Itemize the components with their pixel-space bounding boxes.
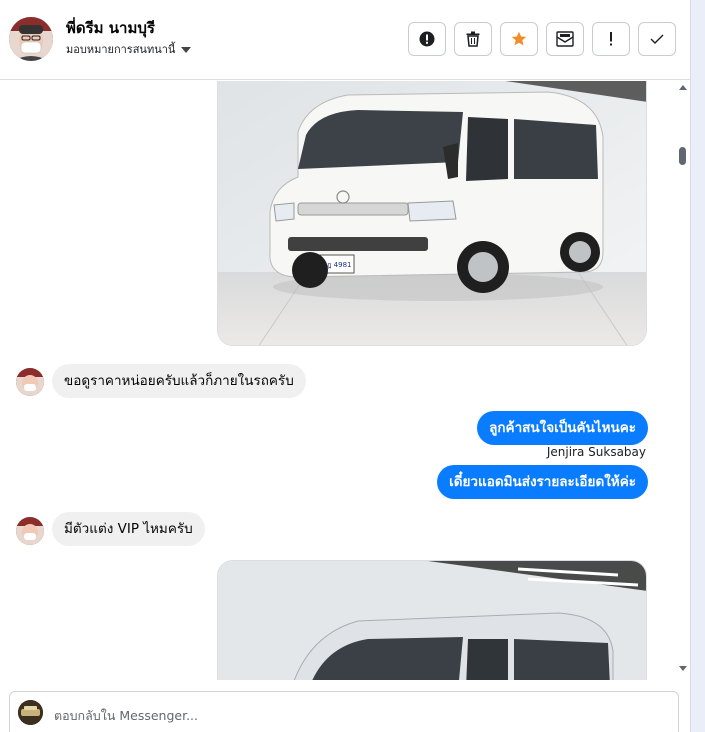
- chat-scrollbar[interactable]: [676, 81, 690, 680]
- conversation-header: พี่ดรีม นามบุรี มอบหมายการสนทนานี้: [0, 0, 690, 80]
- page-avatar: [18, 700, 43, 725]
- exclamation-icon: [610, 32, 612, 46]
- assign-conversation-dropdown[interactable]: มอบหมายการสนทนานี้: [66, 40, 192, 58]
- outgoing-message: เดี๋ยวแอดมินส่งรายละเอียดให้ค่ะ: [437, 465, 648, 499]
- message-thread[interactable]: ฮฎ 4981 ขอดูราคาหน่อยครับแล้วก็ภายในรถคร…: [0, 81, 676, 680]
- sender-avatar: [16, 368, 44, 396]
- reply-composer[interactable]: ตอบกลับใน Messenger...: [9, 691, 679, 732]
- conversation-toolbar: [408, 22, 676, 56]
- scroll-thumb[interactable]: [679, 147, 686, 165]
- check-icon: [650, 34, 664, 44]
- van-photo-attachment[interactable]: ฮฎ 4981: [217, 81, 647, 346]
- scroll-down-arrow-icon[interactable]: [679, 666, 687, 671]
- mark-unread-button[interactable]: [546, 22, 584, 56]
- assign-label: มอบหมายการสนทนานี้: [66, 43, 176, 56]
- envelope-icon: [556, 31, 574, 47]
- messenger-app: พี่ดรีม นามบุรี มอบหมายการสนทนานี้ ฮฎ 49…: [0, 0, 705, 732]
- incoming-message: มีตัวแต่ง VIP ไหมครับ: [52, 512, 205, 546]
- contact-avatar[interactable]: [9, 17, 53, 61]
- follow-up-button[interactable]: [592, 22, 630, 56]
- reply-input[interactable]: ตอบกลับใน Messenger...: [54, 706, 198, 726]
- outgoing-message: ลูกค้าสนใจเป็นคันไหนคะ: [477, 411, 648, 445]
- sender-name: Jenjira Suksabay: [546, 445, 646, 459]
- trash-icon: [466, 31, 480, 47]
- sender-avatar: [16, 517, 44, 545]
- page-edge: [690, 0, 705, 732]
- alert-circle-icon: [419, 31, 435, 47]
- spam-report-button[interactable]: [408, 22, 446, 56]
- delete-button[interactable]: [454, 22, 492, 56]
- mark-done-button[interactable]: [638, 22, 676, 56]
- star-button[interactable]: [500, 22, 538, 56]
- scroll-up-arrow-icon[interactable]: [679, 85, 687, 90]
- van-photo-attachment[interactable]: [217, 560, 647, 680]
- star-icon: [511, 31, 527, 46]
- caret-down-icon: [181, 46, 192, 53]
- incoming-message: ขอดูราคาหน่อยครับแล้วก็ภายในรถครับ: [52, 364, 306, 398]
- contact-name: พี่ดรีม นามบุรี: [66, 19, 155, 37]
